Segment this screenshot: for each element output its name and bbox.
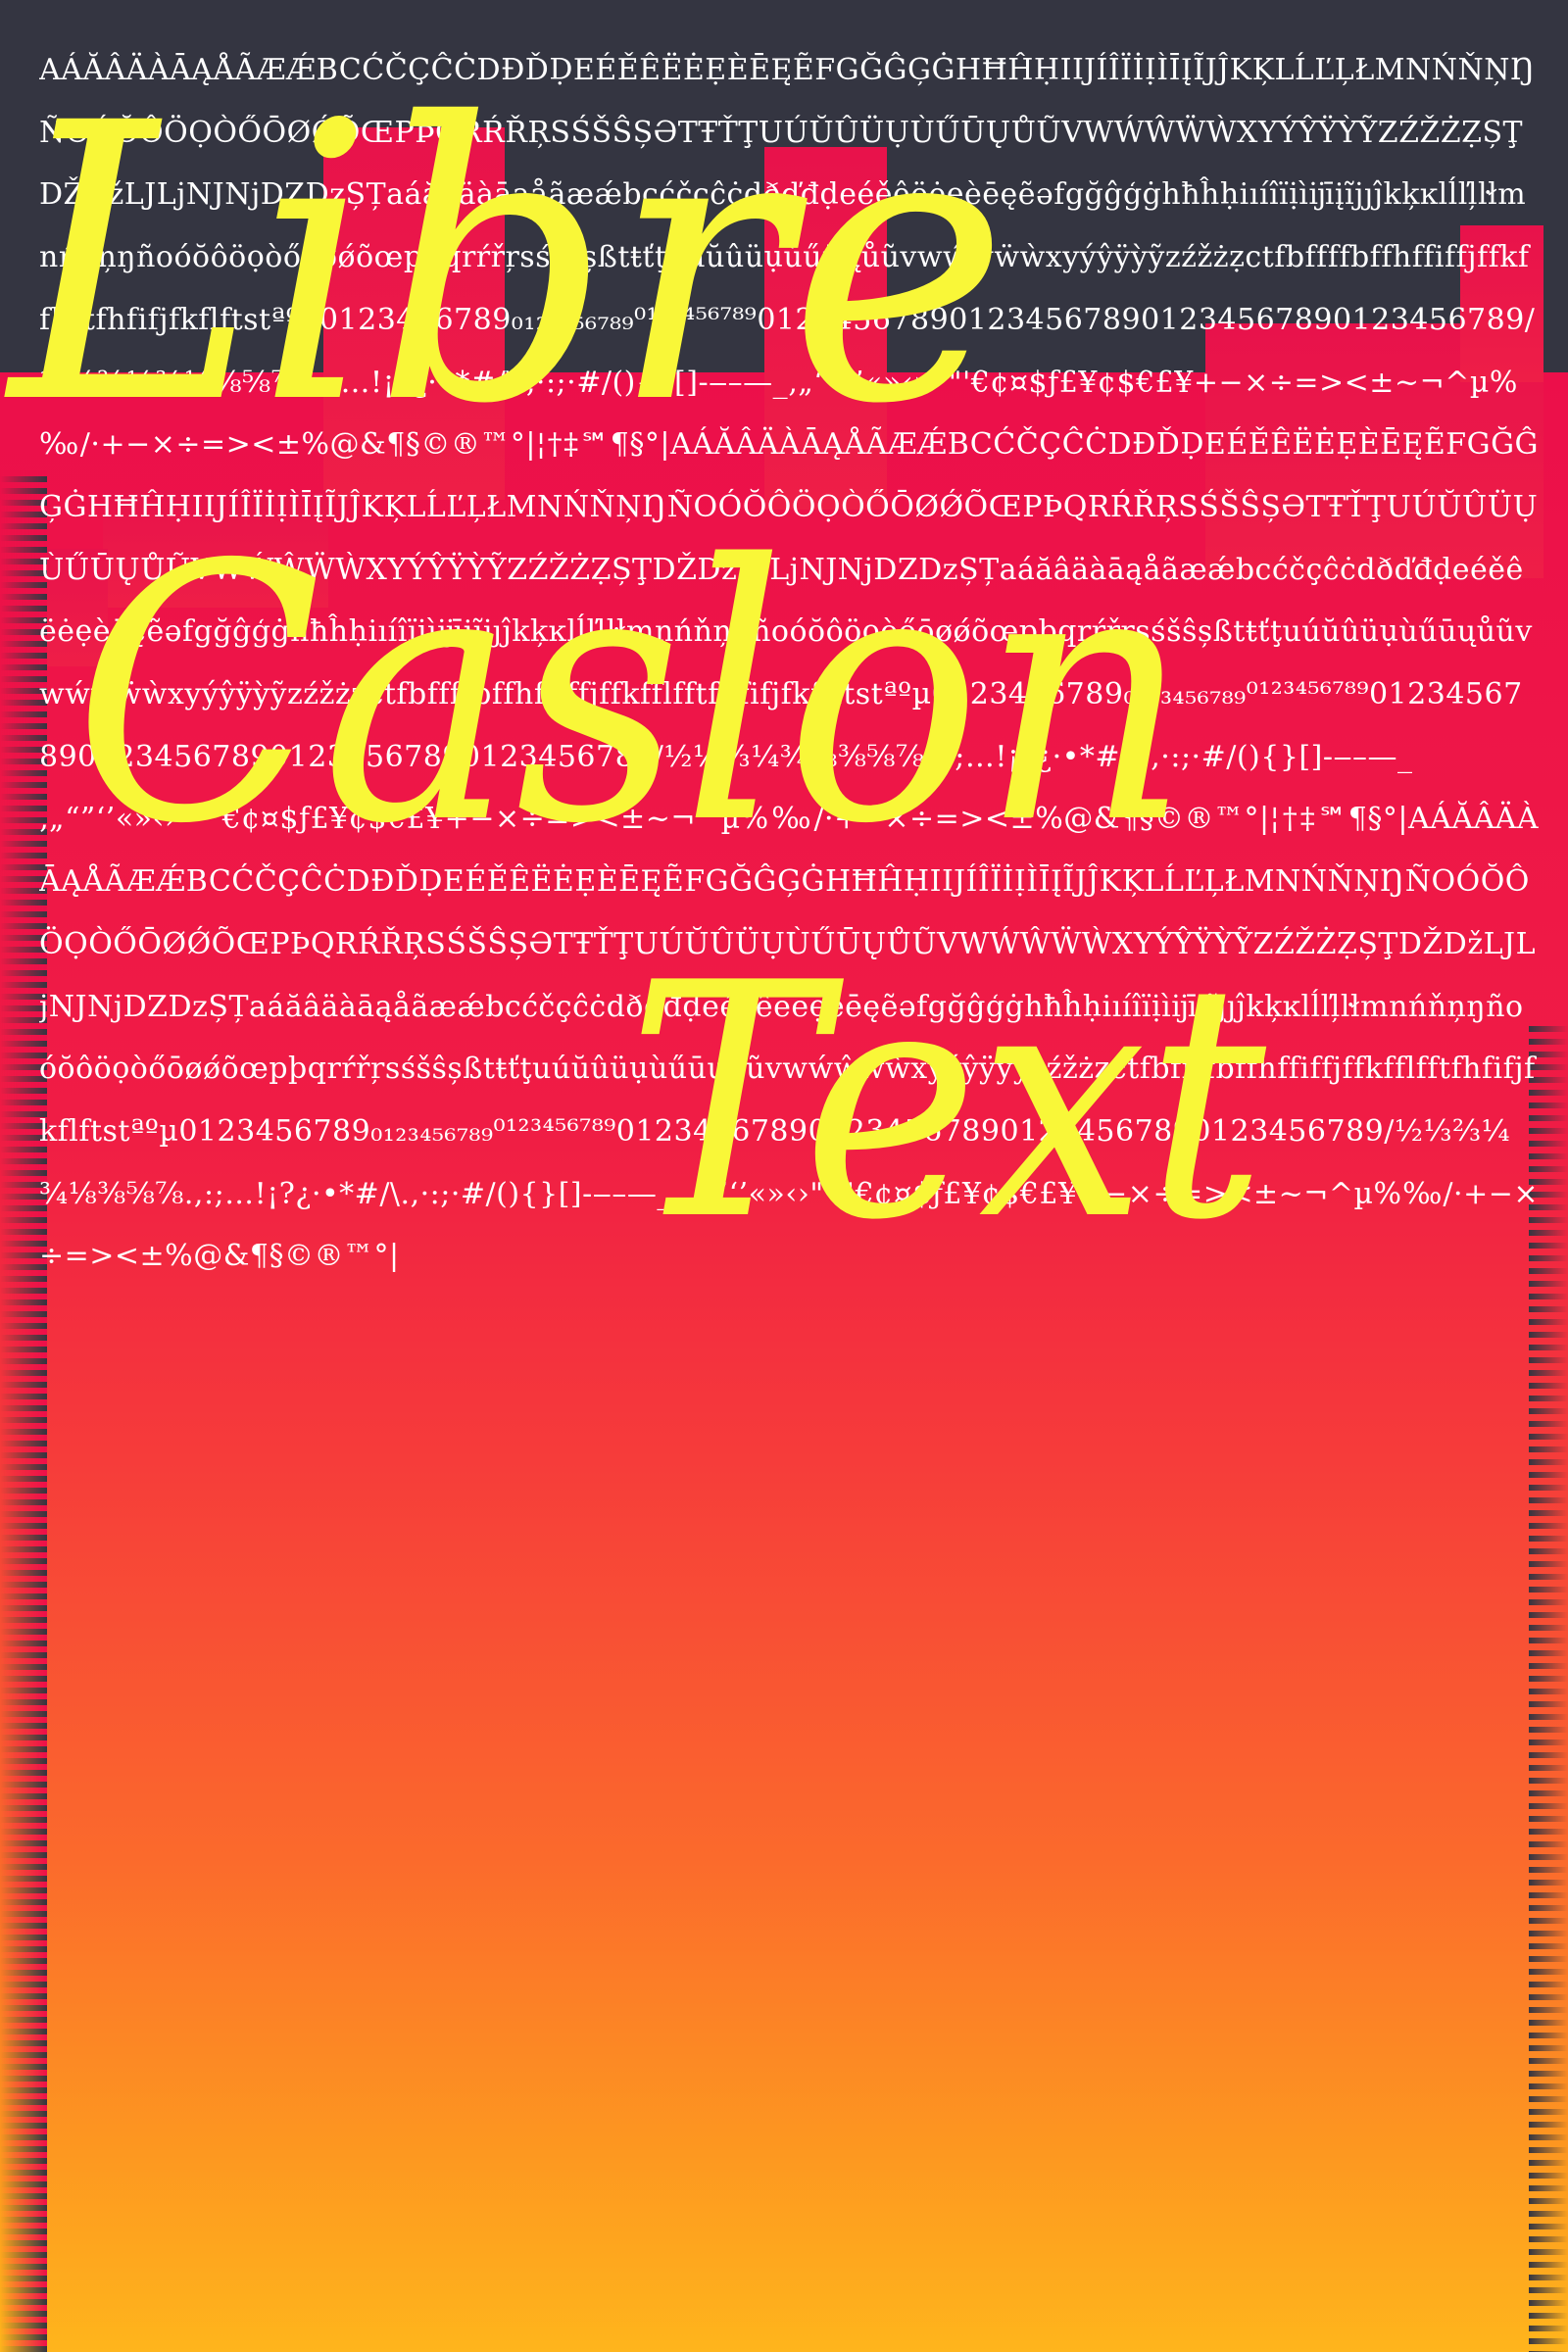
title-word-text: Text [627,914,1266,1291]
title-word-caslon: Caslon [74,490,1191,901]
type-specimen-poster: AÁĂÂÄÀĀĄÅÃÆǼBCĆČÇĈĊDĐĎḌEÉĚÊËĖẸÈĒĘẼFGĞĜĢĠ… [0,0,1568,2352]
title-word-libre: Libre [10,42,1009,487]
